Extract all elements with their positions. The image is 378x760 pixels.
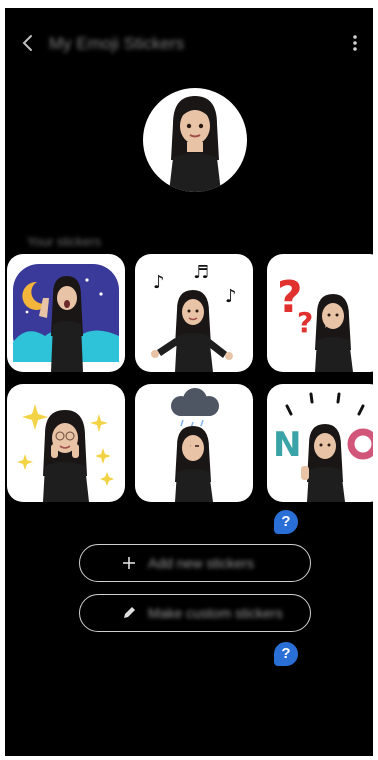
page-title: My Emoji Stickers [49,34,185,53]
sticker-question-marks[interactable]: ? ? [267,254,373,372]
back-chevron-icon[interactable] [17,32,39,54]
sticker-music-notes[interactable]: ♪ ♬ ♪ [135,254,253,372]
sticker-no[interactable]: N [267,384,373,502]
add-new-stickers-label: Add new stickers [148,555,254,571]
sticker-night-yawn[interactable] [7,254,125,372]
svg-text:N: N [273,425,301,465]
night-yawn-sticker-icon [13,264,119,372]
music-notes-sticker-icon: ♪ ♬ ♪ [151,262,237,372]
svg-text:♪: ♪ [225,286,237,307]
profile-avatar[interactable] [143,88,247,192]
sticker-sparkles[interactable] [7,384,125,502]
section-label: Your stickers [27,234,101,249]
sparkles-sticker-icon [17,404,114,502]
app-screen: My Emoji Stickers Your stickers ♪ ♬ ♪ ? … [5,8,373,756]
no-sticker-icon: N [273,392,373,502]
app-bar: My Emoji Stickers [5,8,373,78]
more-options-icon[interactable] [347,32,363,54]
avatar-figure-icon [169,96,221,192]
make-custom-stickers-button[interactable]: Make custom stickers [79,594,311,632]
help-badge-icon[interactable]: ? [274,642,298,666]
sticker-rain-cloud[interactable] [135,384,253,502]
question-marks-sticker-icon: ? ? [277,272,353,372]
plus-icon [123,557,135,569]
help-badge-icon[interactable]: ? [274,510,298,534]
pencil-icon [124,607,135,618]
svg-text:?: ? [297,306,313,339]
add-new-stickers-button[interactable]: Add new stickers [79,544,311,582]
svg-text:♪: ♪ [153,272,165,293]
svg-text:♬: ♬ [193,262,209,283]
make-custom-stickers-label: Make custom stickers [148,605,283,621]
rain-cloud-sticker-icon [171,388,219,502]
